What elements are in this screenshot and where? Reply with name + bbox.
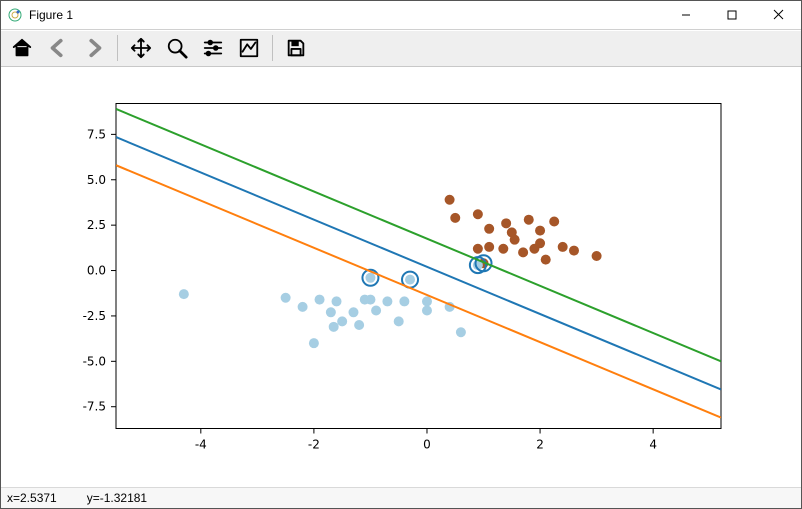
forward-button[interactable] — [77, 31, 111, 65]
chart-canvas[interactable]: -4 -2 0 2 4 -7.5 -5.0 -2.5 0.0 2.5 5.0 7.5 — [1, 67, 801, 487]
statusbar: x=2.5371 y=-1.32181 — [1, 487, 801, 508]
svg-text:-2.5: -2.5 — [83, 309, 106, 323]
svg-text:-7.5: -7.5 — [83, 399, 106, 413]
maximize-button[interactable] — [709, 1, 755, 29]
toolbar-separator — [117, 35, 118, 61]
svg-text:0.0: 0.0 — [87, 263, 106, 277]
toolbar — [1, 30, 801, 67]
status-y: y=-1.32181 — [87, 491, 147, 505]
configure-subplots-button[interactable] — [196, 31, 230, 65]
svg-text:2.5: 2.5 — [87, 218, 106, 232]
zoom-button[interactable] — [160, 31, 194, 65]
save-button[interactable] — [279, 31, 313, 65]
close-button[interactable] — [755, 1, 801, 29]
minimize-button[interactable] — [663, 1, 709, 29]
svg-text:-5.0: -5.0 — [83, 354, 106, 368]
svg-text:2: 2 — [536, 437, 544, 451]
figure-window: Figure 1 — [0, 0, 802, 509]
svg-text:5.0: 5.0 — [87, 172, 106, 186]
edit-axes-button[interactable] — [232, 31, 266, 65]
status-x: x=2.5371 — [7, 491, 57, 505]
plot-area[interactable]: -4 -2 0 2 4 -7.5 -5.0 -2.5 0.0 2.5 5.0 7.5 — [1, 67, 801, 487]
toolbar-separator — [272, 35, 273, 61]
home-button[interactable] — [5, 31, 39, 65]
window-title: Figure 1 — [29, 8, 73, 22]
svg-text:-2: -2 — [308, 437, 320, 451]
svg-text:4: 4 — [649, 437, 657, 451]
svg-text:7.5: 7.5 — [87, 127, 106, 141]
titlebar: Figure 1 — [1, 1, 801, 30]
svg-text:0: 0 — [423, 437, 431, 451]
app-icon — [7, 7, 23, 23]
pan-button[interactable] — [124, 31, 158, 65]
back-button[interactable] — [41, 31, 75, 65]
svg-text:-4: -4 — [195, 437, 207, 451]
